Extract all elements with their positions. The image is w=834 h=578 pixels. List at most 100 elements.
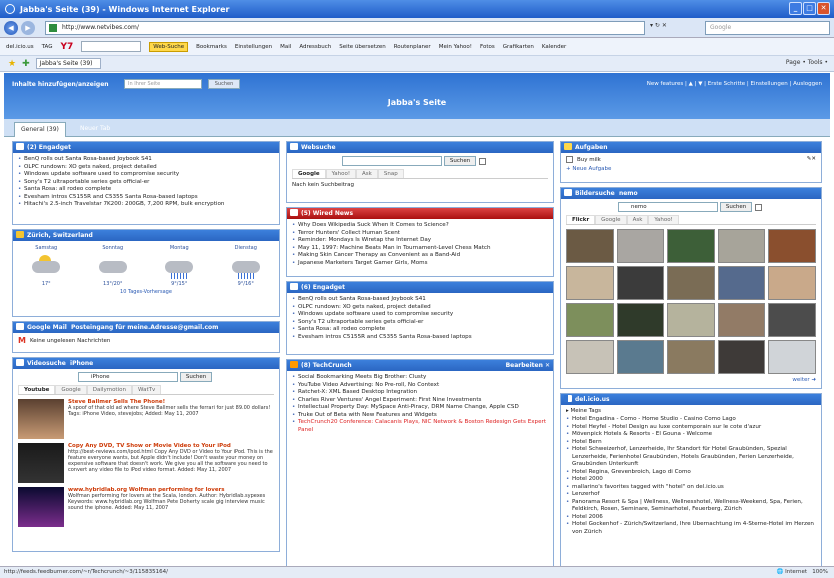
new-window-checkbox[interactable] bbox=[479, 157, 487, 165]
feed-item[interactable]: BenQ rolls out Santa Rosa-based Joybook … bbox=[18, 156, 274, 164]
photo-thumbnail[interactable] bbox=[616, 266, 665, 300]
video-search-input[interactable]: iPhone bbox=[78, 372, 178, 382]
photo-thumbnail[interactable] bbox=[667, 266, 715, 300]
feed-item[interactable]: BenQ rolls out Santa Rosa-based Joybook … bbox=[292, 296, 548, 304]
new-task-link[interactable]: + Neue Aufgabe bbox=[566, 166, 816, 172]
photo-thumbnail[interactable] bbox=[566, 229, 614, 263]
tab-flickr[interactable]: Flickr bbox=[566, 215, 596, 224]
feed-item[interactable]: Hitachi's 2.5-inch Travelstar 7K200: 200… bbox=[18, 201, 274, 209]
tab-ask[interactable]: Ask bbox=[356, 169, 378, 178]
toolbar-item[interactable]: Kalender bbox=[542, 44, 566, 50]
address-input[interactable]: http://www.netvibes.com/ bbox=[45, 21, 645, 35]
bookmark-item[interactable]: Hotel 2000 bbox=[566, 476, 816, 484]
feed-item[interactable]: Making Skin Cancer Therapy as Convenient… bbox=[292, 252, 548, 260]
web-search-input[interactable] bbox=[342, 156, 442, 166]
toolbar-item[interactable]: Mein Yahoo! bbox=[439, 44, 472, 50]
photo-checkbox[interactable] bbox=[755, 203, 763, 211]
photo-thumbnail[interactable] bbox=[616, 229, 665, 263]
tab-yahoo[interactable]: Yahoo! bbox=[648, 215, 679, 224]
feed-item[interactable]: Sony's T2 ultraportable series gets offi… bbox=[292, 319, 548, 327]
feed-item[interactable]: Terror Hunters' Collect Human Scent bbox=[292, 230, 548, 238]
bookmark-item[interactable]: Mövenpick Hotels & Resorts - El Gouna - … bbox=[566, 431, 816, 439]
toolbar-item[interactable]: Bookmarks bbox=[196, 44, 227, 50]
photo-thumbnail[interactable] bbox=[667, 229, 715, 263]
websuche-button[interactable]: Web-Suche bbox=[149, 41, 189, 52]
video-item[interactable]: Steve Ballmer Sells The Phone! A spoof of… bbox=[18, 399, 274, 439]
feed-item[interactable]: Ratchet-X: XML Based Desktop Integration bbox=[292, 389, 548, 397]
tab-wattv[interactable]: WatTv bbox=[131, 385, 162, 394]
favorites-star-icon[interactable]: ★ bbox=[8, 59, 16, 69]
video-item[interactable]: www.hybridlab.org Wolfman performing for… bbox=[18, 487, 274, 527]
photo-thumbnail[interactable] bbox=[566, 266, 614, 300]
video-search-button[interactable]: Suchen bbox=[179, 372, 213, 382]
photo-thumbnail[interactable] bbox=[768, 340, 816, 374]
feed-item[interactable]: Evesham intros C5155R and C5355 Santa Ro… bbox=[18, 194, 274, 202]
feed-item[interactable]: TechCrunch20 Conference: Calacanis Plays… bbox=[292, 419, 548, 434]
my-tags-label[interactable]: ▸ Meine Tags bbox=[566, 408, 816, 414]
widget-header[interactable]: (8) TechCrunch Bearbeiten ✕ bbox=[287, 360, 553, 371]
widget-header[interactable]: Zürich, Switzerland bbox=[13, 230, 279, 241]
page-search-button[interactable]: Suchen bbox=[208, 79, 240, 89]
bookmark-item[interactable]: Hotel Bern bbox=[566, 439, 816, 447]
feed-item[interactable]: Windows update software used to compromi… bbox=[292, 311, 548, 319]
tab-snap[interactable]: Snap bbox=[377, 169, 404, 178]
yahoo-search-input[interactable] bbox=[81, 41, 142, 52]
widget-header[interactable]: del.icio.us bbox=[561, 394, 821, 405]
feed-item[interactable]: YouTube Video Advertising: No Pre-roll, … bbox=[292, 382, 548, 390]
refresh-stop-icons[interactable]: ▾ ↻ ✕ bbox=[650, 22, 667, 29]
browser-search-input[interactable]: Google bbox=[705, 21, 830, 35]
bookmark-item[interactable]: Hotel 2006 bbox=[566, 514, 816, 522]
toolbar-item[interactable]: Fotos bbox=[480, 44, 495, 50]
tab-ask[interactable]: Ask bbox=[626, 215, 649, 224]
photo-thumbnail[interactable] bbox=[717, 229, 766, 263]
widget-header[interactable]: (6) Engadget bbox=[287, 282, 553, 293]
feed-item[interactable]: Evesham intros C5155R and C5355 Santa Ro… bbox=[292, 334, 548, 342]
tab-google[interactable]: Google bbox=[292, 169, 326, 178]
photo-thumbnail[interactable] bbox=[667, 303, 715, 337]
toolbar-item[interactable]: Mail bbox=[280, 44, 291, 50]
feed-item[interactable]: Intellectual Property Day: MySpace Anti-… bbox=[292, 404, 548, 412]
close-button[interactable]: ✕ bbox=[817, 2, 830, 15]
back-button[interactable]: ◀ bbox=[4, 20, 18, 35]
bookmark-item[interactable]: Hotel Schweizerhof, Lenzerheide, Ihr Sta… bbox=[566, 446, 816, 469]
photo-thumbnail[interactable] bbox=[768, 303, 816, 337]
forecast-link[interactable]: 10 Tages-Vorhersage bbox=[13, 289, 279, 295]
photo-thumbnail[interactable] bbox=[667, 340, 715, 374]
task-checkbox[interactable] bbox=[566, 156, 573, 163]
photo-thumbnail[interactable] bbox=[717, 303, 766, 337]
widget-header[interactable]: Bildersuche nemo bbox=[561, 188, 821, 199]
bookmark-item[interactable]: Hotel Regina, Grevenbroich, Lago di Como bbox=[566, 469, 816, 477]
header-links[interactable]: New features | ▲ | ▼ | Erste Schritte | … bbox=[647, 81, 822, 87]
bookmark-item[interactable]: Hotel Gockenhof - Zürich/Switzerland, Ih… bbox=[566, 521, 816, 536]
feed-item[interactable]: Santa Rosa: all rodeo complete bbox=[292, 326, 548, 334]
tab-new[interactable]: Neuer Tab bbox=[80, 125, 110, 132]
task-item[interactable]: Buy milk bbox=[577, 157, 601, 163]
widget-edit-controls[interactable]: Bearbeiten ✕ bbox=[506, 360, 550, 371]
add-favorites-icon[interactable]: ✚ bbox=[22, 59, 30, 69]
feed-item[interactable]: Why Does Wikipedia Suck When It Comes to… bbox=[292, 222, 548, 230]
widget-header[interactable]: Aufgaben bbox=[561, 142, 821, 153]
photo-thumbnail[interactable] bbox=[566, 303, 614, 337]
browser-tab[interactable]: Jabba's Seite (39) bbox=[35, 58, 102, 69]
photo-thumbnail[interactable] bbox=[717, 266, 766, 300]
bookmark-item[interactable]: Hotel Engadina - Como - Home Studio - Ca… bbox=[566, 416, 816, 424]
widget-header[interactable]: Videosuche iPhone bbox=[13, 358, 279, 369]
minimize-button[interactable]: _ bbox=[789, 2, 802, 15]
feed-item[interactable]: Social Bookmarking Meets Big Brother: Cl… bbox=[292, 374, 548, 382]
feed-item[interactable]: OLPC rundown: XO gets naked, project det… bbox=[292, 304, 548, 312]
photo-thumbnail[interactable] bbox=[768, 266, 816, 300]
tab-youtube[interactable]: Youtube bbox=[18, 385, 56, 394]
page-tools-menu[interactable]: Page • Tools • bbox=[786, 59, 828, 66]
feed-item[interactable]: Reminder: Mondays Is Wiretap the Interne… bbox=[292, 237, 548, 245]
feed-item[interactable]: Japanese Marketers Target Gamer Girls, M… bbox=[292, 260, 548, 268]
toolbar-item[interactable]: Adressbuch bbox=[299, 44, 331, 50]
video-thumbnail[interactable] bbox=[18, 399, 64, 439]
toolbar-item[interactable]: Seite übersetzen bbox=[339, 44, 385, 50]
bookmark-item[interactable]: mallarino's favorites tagged with "hotel… bbox=[566, 484, 816, 492]
delicious-button[interactable]: del.icio.us bbox=[6, 44, 34, 50]
feed-item[interactable]: May 11, 1997: Machine Beats Man in Tourn… bbox=[292, 245, 548, 253]
feed-item[interactable]: Charles River Ventures' Angel Experiment… bbox=[292, 397, 548, 405]
photo-thumbnail[interactable] bbox=[768, 229, 816, 263]
maximize-button[interactable]: □ bbox=[803, 2, 816, 15]
tab-google[interactable]: Google bbox=[55, 385, 87, 394]
